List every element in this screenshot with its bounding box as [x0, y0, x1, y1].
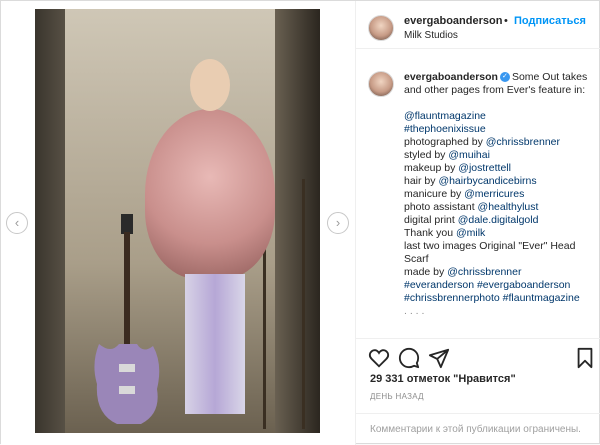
caption-mention[interactable]: @hairbycandicebirns — [438, 175, 536, 187]
heart-icon[interactable] — [368, 347, 390, 369]
caption-mention[interactable]: @dale.digitalgold — [458, 214, 539, 226]
photo-model-head — [190, 59, 230, 111]
follow-button[interactable]: Подписаться — [514, 15, 586, 27]
caption-block: evergaboanderson ✓ Some Out takes and othe… — [356, 61, 600, 337]
post-date[interactable]: ДЕНЬ НАЗАД — [370, 392, 424, 401]
caption-mention[interactable]: @chrissbrenner — [447, 266, 521, 278]
photo-guitar — [94, 214, 160, 424]
caption-credit-line: manicure by @merricures — [404, 188, 592, 201]
caption-hashtags[interactable]: #chrissbrennerphoto #flauntmagazine — [404, 292, 592, 305]
caption-mention[interactable]: @healthylust — [478, 201, 539, 213]
credit-label: makeup by — [404, 162, 459, 174]
caption-gap — [404, 97, 592, 110]
credit-label: hair by — [404, 175, 439, 187]
chevron-left-icon[interactable]: ‹ — [6, 212, 28, 234]
caption-credit-line: hair by @hairbycandicebirns — [404, 175, 592, 188]
comment-icon[interactable] — [398, 347, 420, 369]
caption-username[interactable]: evergaboanderson — [404, 71, 498, 83]
caption-credit-line: photographed by @chrissbrenner — [404, 136, 592, 149]
caption-intro: evergaboanderson ✓ Some Out takes and othe… — [404, 71, 587, 96]
post-sidebar: evergaboanderson • Подписаться Milk Stud… — [355, 1, 600, 445]
caption-hashtag[interactable]: #thephoenixissue — [404, 123, 592, 136]
credit-label: photo assistant — [404, 201, 478, 213]
instagram-post: ‹ › evergaboanderson • Подписаться Milk … — [0, 0, 600, 445]
caption-mention[interactable]: @muihai — [448, 149, 490, 161]
comments-disabled-text: Комментарии к этой публикации ограничены… — [370, 424, 581, 435]
likes-count[interactable]: 29 331 отметок "Нравится" — [370, 373, 516, 385]
credit-label: made by — [404, 266, 448, 278]
caption-credit-line: made by @chrissbrenner — [404, 266, 592, 279]
credit-label: photographed by — [404, 136, 486, 148]
credit-label: styled by — [404, 149, 449, 161]
caption-mention[interactable]: @chrissbrenner — [486, 136, 560, 148]
caption-text: evergaboanderson ✓ Some Out takes and othe… — [404, 71, 592, 318]
caption-credit-line: styled by @muihai — [404, 149, 592, 162]
caption-credit-line: digital print @dale.digitalgold — [404, 214, 592, 227]
caption-mention[interactable]: @merricures — [464, 188, 524, 200]
caption-credit-line: photo assistant @healthylust — [404, 201, 592, 214]
send-icon[interactable] — [428, 347, 450, 369]
caption-text-line: last two images Original "Ever" Head Sca… — [404, 240, 576, 265]
action-bar — [356, 338, 600, 374]
caption-mention[interactable]: @milk — [456, 227, 485, 239]
post-header: evergaboanderson • Подписаться Milk Stud… — [356, 1, 600, 49]
credit-label: digital print — [404, 214, 458, 226]
post-photo[interactable] — [35, 9, 320, 433]
avatar[interactable] — [368, 15, 394, 41]
comments-section: Комментарии к этой публикации ограничены… — [356, 413, 600, 445]
caption-credit-line: makeup by @jostrettell — [404, 162, 592, 175]
caption-mention[interactable]: @flauntmagazine — [404, 110, 592, 123]
caption-mention[interactable]: @jostrettell — [458, 162, 511, 174]
caption-hashtags[interactable]: #everanderson #evergaboanderson — [404, 279, 592, 292]
verified-badge-icon: ✓ — [499, 72, 510, 83]
photo-boots — [185, 274, 245, 414]
caption-avatar[interactable] — [368, 71, 394, 97]
bookmark-icon[interactable] — [574, 347, 596, 369]
location-link[interactable]: Milk Studios — [404, 30, 458, 41]
credit-label: manicure by — [404, 188, 465, 200]
username-link[interactable]: evergaboanderson — [404, 15, 502, 27]
caption-more[interactable]: . . . . — [404, 305, 592, 318]
post-media: ‹ › — [1, 1, 355, 445]
photo-pink-dress — [145, 109, 275, 279]
separator-dot: • — [504, 15, 508, 27]
credit-label: Thank you — [404, 227, 456, 239]
chevron-right-icon[interactable]: › — [327, 212, 349, 234]
caption-credit-line: Thank you @milk — [404, 227, 592, 240]
